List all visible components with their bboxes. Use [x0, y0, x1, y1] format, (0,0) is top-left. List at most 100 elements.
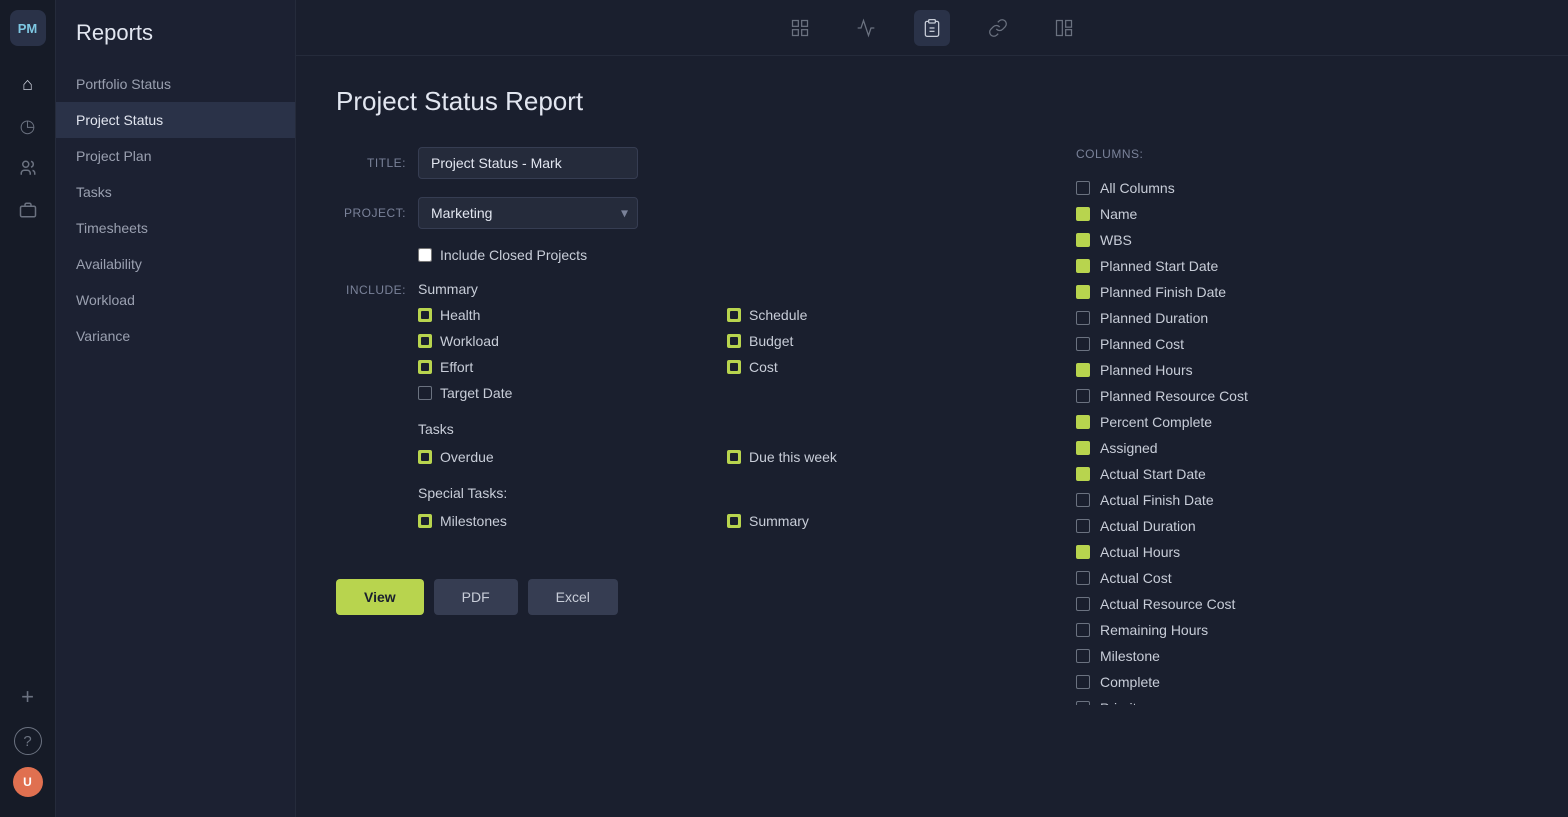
columns-scroll[interactable]: All Columns Name WBS Plann	[1076, 175, 1356, 705]
planned-finish-checkbox[interactable]	[1076, 285, 1090, 299]
wbs-checkbox[interactable]	[1076, 233, 1090, 247]
due-this-week-checkbox[interactable]	[727, 450, 741, 464]
toolbar-search[interactable]	[782, 10, 818, 46]
planned-start-checkbox[interactable]	[1076, 259, 1090, 273]
sidebar-item-tasks[interactable]: Tasks	[56, 174, 295, 210]
actual-finish-checkbox[interactable]	[1076, 493, 1090, 507]
col-planned-start[interactable]: Planned Start Date	[1076, 253, 1346, 279]
effort-checkbox[interactable]	[418, 360, 432, 374]
all-columns-checkbox[interactable]	[1076, 181, 1090, 195]
include-health[interactable]: Health	[418, 307, 707, 323]
task-due-this-week[interactable]: Due this week	[727, 449, 1016, 465]
toolbar-analytics[interactable]	[848, 10, 884, 46]
project-select[interactable]: Marketing Development Design Operations	[418, 197, 638, 229]
include-cost[interactable]: Cost	[727, 359, 1016, 375]
col-actual-start[interactable]: Actual Start Date	[1076, 461, 1346, 487]
milestones-checkbox[interactable]	[418, 514, 432, 528]
form-left: TITLE: PROJECT: Marketing Development De…	[336, 147, 1016, 705]
col-name[interactable]: Name	[1076, 201, 1346, 227]
include-workload[interactable]: Workload	[418, 333, 707, 349]
pdf-button[interactable]: PDF	[434, 579, 518, 615]
budget-checkbox[interactable]	[727, 334, 741, 348]
name-label: Name	[1100, 206, 1137, 222]
col-milestone[interactable]: Milestone	[1076, 643, 1346, 669]
col-planned-cost[interactable]: Planned Cost	[1076, 331, 1346, 357]
task-overdue[interactable]: Overdue	[418, 449, 707, 465]
sidebar-item-timesheets[interactable]: Timesheets	[56, 210, 295, 246]
schedule-checkbox[interactable]	[727, 308, 741, 322]
col-planned-resource-cost[interactable]: Planned Resource Cost	[1076, 383, 1346, 409]
health-checkbox[interactable]	[418, 308, 432, 322]
sidebar-item-project-status[interactable]: Project Status	[56, 102, 295, 138]
tasks-grid: Overdue Due this week	[418, 449, 1016, 465]
include-target-date[interactable]: Target Date	[418, 385, 707, 401]
toolbar-layout[interactable]	[1046, 10, 1082, 46]
cost-checkbox[interactable]	[727, 360, 741, 374]
planned-duration-checkbox[interactable]	[1076, 311, 1090, 325]
col-actual-resource-cost[interactable]: Actual Resource Cost	[1076, 591, 1346, 617]
include-schedule[interactable]: Schedule	[727, 307, 1016, 323]
actual-resource-cost-checkbox[interactable]	[1076, 597, 1090, 611]
remaining-hours-checkbox[interactable]	[1076, 623, 1090, 637]
col-planned-hours[interactable]: Planned Hours	[1076, 357, 1346, 383]
col-actual-finish[interactable]: Actual Finish Date	[1076, 487, 1346, 513]
target-date-checkbox[interactable]	[418, 386, 432, 400]
col-priority[interactable]: Priority	[1076, 695, 1346, 705]
budget-label: Budget	[749, 333, 793, 349]
actual-cost-checkbox[interactable]	[1076, 571, 1090, 585]
nav-briefcase[interactable]	[10, 192, 46, 228]
col-actual-cost[interactable]: Actual Cost	[1076, 565, 1346, 591]
planned-cost-checkbox[interactable]	[1076, 337, 1090, 351]
assigned-checkbox[interactable]	[1076, 441, 1090, 455]
complete-checkbox[interactable]	[1076, 675, 1090, 689]
include-effort[interactable]: Effort	[418, 359, 707, 375]
col-planned-duration[interactable]: Planned Duration	[1076, 305, 1346, 331]
nav-help[interactable]: ?	[14, 727, 42, 755]
milestone-checkbox[interactable]	[1076, 649, 1090, 663]
special-summary[interactable]: Summary	[727, 513, 1016, 529]
nav-users[interactable]	[10, 150, 46, 186]
actual-start-checkbox[interactable]	[1076, 467, 1090, 481]
col-remaining-hours[interactable]: Remaining Hours	[1076, 617, 1346, 643]
all-columns-label: All Columns	[1100, 180, 1175, 196]
toolbar-clipboard[interactable]	[914, 10, 950, 46]
workload-checkbox[interactable]	[418, 334, 432, 348]
sidebar-item-workload[interactable]: Workload	[56, 282, 295, 318]
col-actual-duration[interactable]: Actual Duration	[1076, 513, 1346, 539]
col-planned-finish[interactable]: Planned Finish Date	[1076, 279, 1346, 305]
sidebar-item-variance[interactable]: Variance	[56, 318, 295, 354]
actual-hours-checkbox[interactable]	[1076, 545, 1090, 559]
view-button[interactable]: View	[336, 579, 424, 615]
priority-label: Priority	[1100, 700, 1144, 705]
sidebar-item-portfolio-status[interactable]: Portfolio Status	[56, 66, 295, 102]
col-actual-hours[interactable]: Actual Hours	[1076, 539, 1346, 565]
include-budget[interactable]: Budget	[727, 333, 1016, 349]
nav-clock[interactable]: ◷	[10, 108, 46, 144]
percent-complete-checkbox[interactable]	[1076, 415, 1090, 429]
planned-resource-cost-checkbox[interactable]	[1076, 389, 1090, 403]
col-complete[interactable]: Complete	[1076, 669, 1346, 695]
col-wbs[interactable]: WBS	[1076, 227, 1346, 253]
planned-hours-checkbox[interactable]	[1076, 363, 1090, 377]
content-area: Project Status Report TITLE: PROJECT: Ma…	[296, 56, 1568, 817]
priority-checkbox[interactable]	[1076, 701, 1090, 705]
sidebar-item-project-plan[interactable]: Project Plan	[56, 138, 295, 174]
col-percent-complete[interactable]: Percent Complete	[1076, 409, 1346, 435]
nav-home[interactable]: ⌂	[10, 66, 46, 102]
toolbar-link[interactable]	[980, 10, 1016, 46]
title-input[interactable]	[418, 147, 638, 179]
nav-add[interactable]: +	[10, 679, 46, 715]
user-avatar[interactable]: U	[13, 767, 43, 797]
include-closed-checkbox[interactable]	[418, 248, 432, 262]
special-milestones[interactable]: Milestones	[418, 513, 707, 529]
sidebar-item-availability[interactable]: Availability	[56, 246, 295, 282]
special-summary-checkbox[interactable]	[727, 514, 741, 528]
actual-duration-checkbox[interactable]	[1076, 519, 1090, 533]
col-assigned[interactable]: Assigned	[1076, 435, 1346, 461]
app-logo[interactable]: PM	[10, 10, 46, 46]
overdue-checkbox[interactable]	[418, 450, 432, 464]
include-row: INCLUDE: Summary Health	[336, 281, 1016, 549]
excel-button[interactable]: Excel	[528, 579, 618, 615]
col-all-columns[interactable]: All Columns	[1076, 175, 1346, 201]
name-checkbox[interactable]	[1076, 207, 1090, 221]
